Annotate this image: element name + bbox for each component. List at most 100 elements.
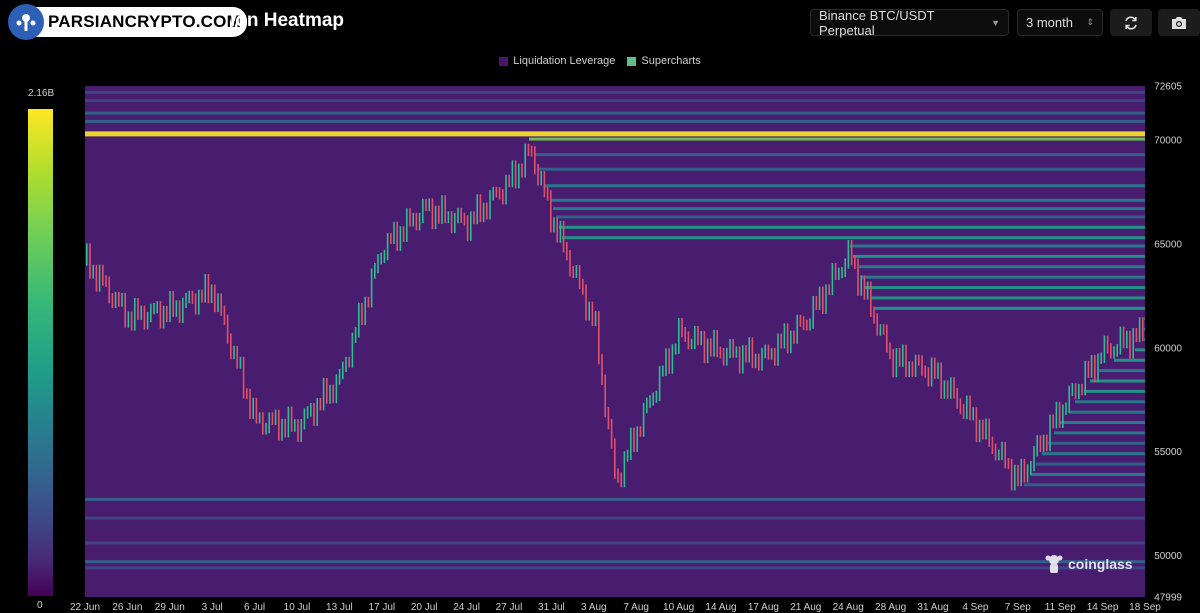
candle <box>137 298 139 320</box>
candle <box>460 207 462 224</box>
candle <box>639 426 642 437</box>
candle <box>284 418 286 438</box>
candle <box>364 296 366 326</box>
candle <box>585 284 587 321</box>
candle <box>582 278 584 295</box>
candle <box>588 301 590 321</box>
candle <box>924 365 926 378</box>
candle <box>745 345 747 363</box>
coinglass-brand: coinglass <box>1044 553 1133 575</box>
candle <box>1084 360 1086 396</box>
candle <box>1052 414 1054 429</box>
candle <box>790 330 792 354</box>
candle <box>569 249 571 277</box>
candle <box>306 406 309 419</box>
candle <box>447 211 450 224</box>
liquidation-band <box>1024 483 1145 487</box>
candle <box>831 263 834 296</box>
candle <box>1106 335 1109 354</box>
candle <box>966 395 968 420</box>
liquidation-band <box>874 306 1145 310</box>
candle <box>252 397 254 420</box>
candle <box>911 361 914 377</box>
candle <box>294 419 296 432</box>
candle <box>822 286 824 314</box>
candle <box>594 311 597 327</box>
candle <box>614 438 616 479</box>
y-tick-label: 60000 <box>1154 343 1182 354</box>
candle <box>806 319 808 331</box>
candle <box>934 357 936 379</box>
candle <box>857 258 859 296</box>
candle <box>838 267 840 280</box>
heatmap-chart[interactable]: 7260570000650006000055000500004799922 Ju… <box>0 0 1200 613</box>
candle <box>268 412 270 434</box>
liquidation-band <box>85 541 1145 545</box>
candle <box>361 302 363 326</box>
candle <box>434 205 437 230</box>
candle <box>450 211 453 234</box>
candle <box>943 380 946 399</box>
candle <box>134 298 136 331</box>
candle <box>281 418 283 441</box>
candle <box>351 332 354 368</box>
candle <box>476 194 478 225</box>
candle <box>290 406 293 432</box>
x-tick-label: 29 Jun <box>155 602 185 613</box>
candle <box>185 292 187 309</box>
candle <box>809 318 811 331</box>
candle <box>562 220 565 253</box>
candle <box>463 212 466 226</box>
candle <box>726 347 728 366</box>
candle <box>668 348 670 374</box>
candle <box>575 265 578 279</box>
candle <box>687 331 690 350</box>
coinglass-icon <box>1045 555 1063 573</box>
candle <box>950 377 952 399</box>
candle <box>348 356 350 368</box>
candle <box>847 239 850 269</box>
x-tick-label: 27 Jul <box>496 602 523 613</box>
liquidation-band <box>85 560 1145 564</box>
candle <box>649 395 651 408</box>
candle <box>233 345 235 360</box>
candle <box>130 311 133 331</box>
liquidation-band <box>1135 348 1145 352</box>
candle <box>166 305 168 323</box>
candle <box>863 275 866 300</box>
candle <box>1078 383 1080 400</box>
candle <box>550 190 552 233</box>
candle <box>466 215 469 241</box>
candle <box>383 249 386 263</box>
candle <box>191 290 194 304</box>
candle <box>697 325 699 346</box>
candle <box>313 402 315 426</box>
brand-label: coinglass <box>1068 556 1133 572</box>
x-tick-label: 13 Jul <box>326 602 353 613</box>
candle <box>319 397 322 411</box>
liquidation-band <box>853 254 1145 258</box>
candle <box>713 329 715 357</box>
liquidation-band <box>556 215 1145 219</box>
candle <box>796 314 798 344</box>
x-tick-label: 21 Aug <box>790 602 821 613</box>
liquidation-band <box>1042 452 1145 456</box>
candle <box>527 143 530 157</box>
liquidation-band <box>1048 441 1145 445</box>
candle <box>172 290 174 317</box>
candle <box>905 344 907 377</box>
candle <box>1001 441 1003 460</box>
candle <box>764 344 766 359</box>
candle <box>751 337 754 369</box>
liquidation-band <box>553 207 1145 211</box>
candle <box>1071 383 1074 397</box>
liquidation-band <box>85 516 1145 520</box>
liquidation-band <box>1144 317 1145 321</box>
liquidation-band <box>1054 431 1145 435</box>
candle <box>121 292 123 307</box>
candle <box>386 232 389 261</box>
candle <box>633 427 635 452</box>
candle <box>505 174 507 205</box>
candle <box>524 143 526 178</box>
candle <box>556 217 558 243</box>
